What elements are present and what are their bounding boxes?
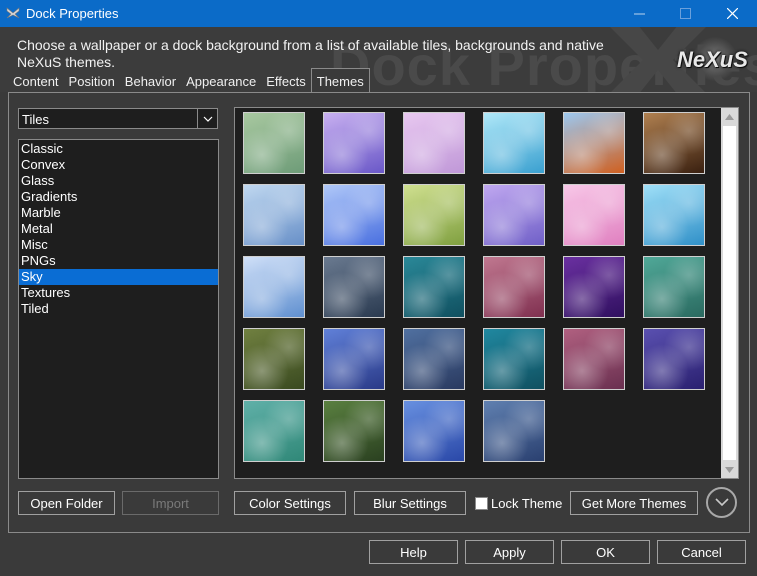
theme-tile[interactable] <box>403 112 465 174</box>
theme-tile[interactable] <box>323 184 385 246</box>
lock-theme-checkbox[interactable] <box>475 497 488 510</box>
theme-tile[interactable] <box>643 112 705 174</box>
theme-tile[interactable] <box>243 328 305 390</box>
scroll-up-button[interactable] <box>721 108 738 125</box>
theme-tile[interactable] <box>643 256 705 318</box>
category-item-pngs[interactable]: PNGs <box>19 253 218 269</box>
import-button[interactable]: Import <box>122 491 219 515</box>
theme-tile[interactable] <box>563 184 625 246</box>
scroll-down-button[interactable] <box>721 461 738 478</box>
dropdown-arrow[interactable] <box>197 109 217 128</box>
theme-tile[interactable] <box>643 328 705 390</box>
vertical-scrollbar[interactable] <box>721 108 738 478</box>
theme-tile[interactable] <box>563 328 625 390</box>
maximize-icon <box>679 8 691 19</box>
theme-tile[interactable] <box>403 256 465 318</box>
theme-tile[interactable] <box>483 328 545 390</box>
theme-tile[interactable] <box>243 112 305 174</box>
category-list-inner: Classic Convex Glass Gradients Marble Me… <box>19 140 218 317</box>
theme-tile[interactable] <box>323 328 385 390</box>
category-item-glass[interactable]: Glass <box>19 173 218 189</box>
chevron-down-icon <box>203 116 212 122</box>
tab-effects[interactable]: Effects <box>261 70 311 92</box>
category-item-textures[interactable]: Textures <box>19 285 218 301</box>
category-item-misc[interactable]: Misc <box>19 237 218 253</box>
theme-tile[interactable] <box>403 328 465 390</box>
tile-type-dropdown[interactable]: Tiles <box>18 108 218 129</box>
category-item-tiled[interactable]: Tiled <box>19 301 218 317</box>
theme-tile[interactable] <box>563 112 625 174</box>
minimize-button[interactable] <box>616 0 662 27</box>
category-list[interactable]: Classic Convex Glass Gradients Marble Me… <box>18 139 219 479</box>
tab-themes[interactable]: Themes <box>310 68 370 93</box>
theme-tile[interactable] <box>643 184 705 246</box>
category-item-marble[interactable]: Marble <box>19 205 218 221</box>
theme-tile[interactable] <box>323 400 385 462</box>
logo-text: NeXuS <box>677 47 748 72</box>
scroll-up-icon <box>725 113 734 120</box>
theme-tile[interactable] <box>483 400 545 462</box>
theme-tile[interactable] <box>403 400 465 462</box>
category-item-gradients[interactable]: Gradients <box>19 189 218 205</box>
tab-behavior[interactable]: Behavior <box>120 70 181 92</box>
lock-theme-label[interactable]: Lock Theme <box>491 496 562 511</box>
nexus-logo: NeXuS <box>675 37 753 81</box>
tab-content[interactable]: Content <box>8 70 64 92</box>
dropdown-value: Tiles <box>22 112 49 127</box>
minimize-icon <box>633 13 645 15</box>
theme-tile[interactable] <box>243 184 305 246</box>
dock-properties-window: Dock Properties Dock Properties Choose a… <box>0 0 757 576</box>
help-button[interactable]: Help <box>369 540 458 564</box>
cancel-button[interactable]: Cancel <box>657 540 746 564</box>
category-item-convex[interactable]: Convex <box>19 157 218 173</box>
tab-appearance[interactable]: Appearance <box>181 70 261 92</box>
blur-settings-button[interactable]: Blur Settings <box>354 491 466 515</box>
title-bar[interactable]: Dock Properties <box>0 0 757 27</box>
ok-button[interactable]: OK <box>561 540 650 564</box>
category-item-sky[interactable]: Sky <box>19 269 218 285</box>
theme-tile[interactable] <box>323 256 385 318</box>
theme-tile[interactable] <box>403 184 465 246</box>
theme-tile[interactable] <box>243 256 305 318</box>
theme-tile[interactable] <box>563 256 625 318</box>
maximize-button[interactable] <box>662 0 708 27</box>
scroll-down-icon <box>725 466 734 473</box>
theme-tile[interactable] <box>243 400 305 462</box>
theme-tile[interactable] <box>483 112 545 174</box>
tab-position[interactable]: Position <box>64 70 120 92</box>
banner-description: Choose a wallpaper or a dock background … <box>17 37 604 70</box>
chevron-down-icon <box>714 498 729 507</box>
theme-tile[interactable] <box>483 256 545 318</box>
category-item-classic[interactable]: Classic <box>19 141 218 157</box>
theme-tile[interactable] <box>323 112 385 174</box>
tiles-gallery[interactable] <box>234 107 739 479</box>
scrollbar-thumb[interactable] <box>723 126 736 460</box>
expand-more-button[interactable] <box>706 487 737 518</box>
open-folder-button[interactable]: Open Folder <box>18 491 115 515</box>
color-settings-button[interactable]: Color Settings <box>234 491 346 515</box>
app-icon <box>6 7 20 19</box>
apply-button[interactable]: Apply <box>465 540 554 564</box>
close-icon <box>726 8 738 19</box>
tab-strip: Content Position Behavior Appearance Eff… <box>8 68 370 93</box>
get-more-themes-button[interactable]: Get More Themes <box>570 491 698 515</box>
window-title: Dock Properties <box>26 6 119 21</box>
close-button[interactable] <box>709 0 755 27</box>
theme-tile[interactable] <box>483 184 545 246</box>
category-item-metal[interactable]: Metal <box>19 221 218 237</box>
